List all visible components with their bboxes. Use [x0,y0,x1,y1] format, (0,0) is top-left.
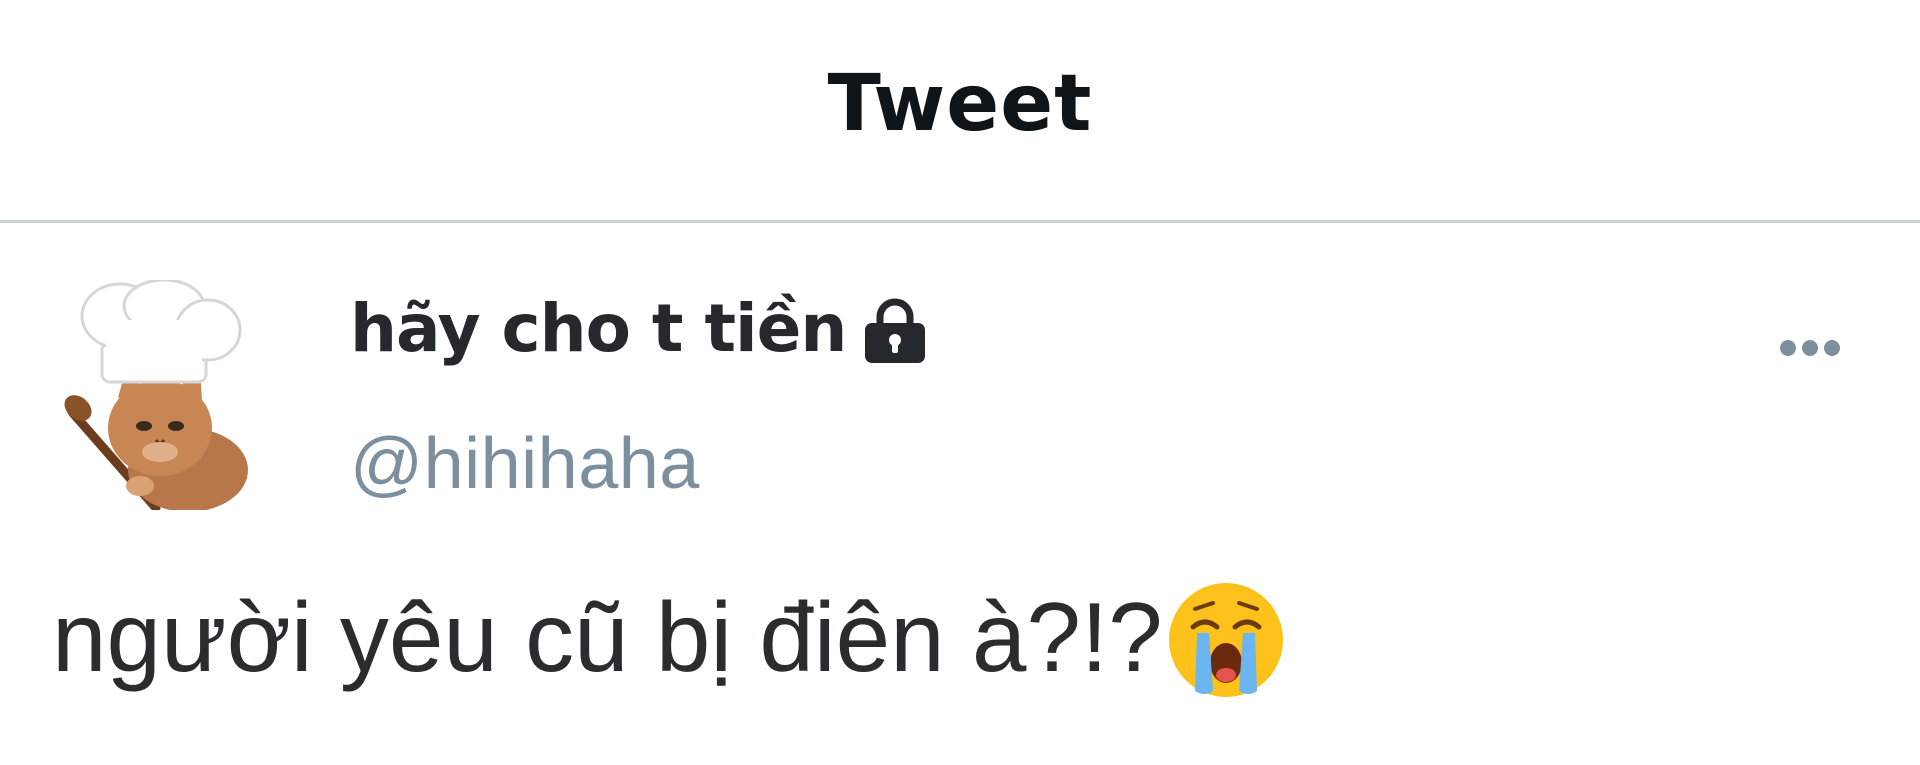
page-header: Tweet [0,0,1920,222]
more-options-button[interactable] [1770,323,1850,373]
page-title: Tweet [827,59,1093,149]
cat-chef-avatar-icon[interactable] [60,280,270,510]
tweet-text: người yêu cũ bị điên à?!? [52,581,1163,692]
author-handle[interactable]: @hihihaha [350,423,700,505]
author-name-row[interactable]: hãy cho t tiền [350,283,930,373]
tweet-card: hãy cho t tiền @hihihaha người yêu cũ bị… [0,223,1920,765]
lock-icon [865,298,926,363]
author-display-name[interactable]: hãy cho t tiền [350,290,847,367]
more-options-icon [1780,340,1840,356]
tweet-body: người yêu cũ bị điên à?!? [52,573,1287,701]
loudly-crying-face-emoji [1168,583,1283,697]
